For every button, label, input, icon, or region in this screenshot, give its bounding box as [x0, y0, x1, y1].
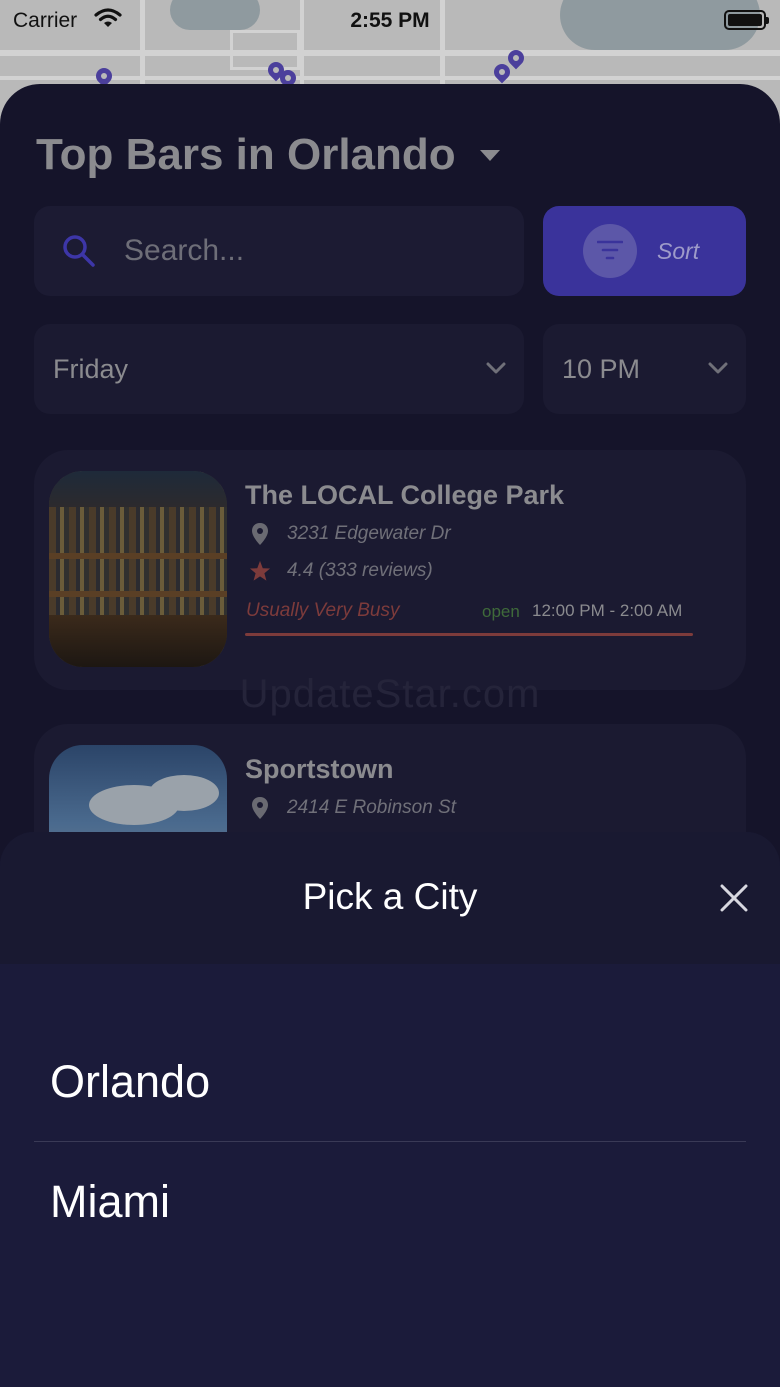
clock: 2:55 PM: [350, 9, 430, 32]
map-road: [0, 50, 780, 56]
bar-name: The LOCAL College Park: [245, 480, 565, 510]
opening-hours: 12:00 PM - 2:00 AM: [532, 601, 683, 620]
bar-address: 3231 Edgewater Dr: [287, 523, 451, 544]
filter-icon: [583, 224, 637, 278]
city-picker-header: Pick a City: [0, 832, 780, 964]
bar-rating-row: 4.4 (333 reviews): [249, 559, 433, 583]
sort-label: Sort: [657, 238, 700, 264]
open-status: open: [482, 602, 520, 621]
time-select-value: 10 PM: [562, 354, 641, 384]
search-input[interactable]: [124, 206, 504, 296]
map-road: [0, 76, 780, 80]
day-select[interactable]: Friday: [34, 324, 524, 414]
sort-button[interactable]: Sort: [543, 206, 746, 296]
location-pin-icon: [249, 522, 271, 546]
bar-rating: 4.4 (333 reviews): [287, 560, 433, 581]
city-option-orlando[interactable]: Orlando: [34, 1022, 746, 1142]
bar-photo: [49, 471, 227, 667]
bar-address-row: 2414 E Robinson St: [249, 796, 456, 820]
search-icon: [62, 234, 96, 273]
day-select-value: Friday: [53, 354, 129, 384]
busyness-bar: [245, 633, 693, 636]
city-option-label: Orlando: [50, 1056, 211, 1107]
location-pin-icon: [249, 796, 271, 820]
city-option-miami[interactable]: Miami: [34, 1142, 746, 1262]
bar-address: 2414 E Robinson St: [287, 797, 457, 818]
search-box[interactable]: [34, 206, 524, 296]
caret-down-icon: [479, 149, 500, 161]
bar-card[interactable]: The LOCAL College Park 3231 Edgewater Dr…: [34, 450, 746, 690]
battery-icon: [724, 10, 769, 30]
close-icon[interactable]: [716, 880, 752, 916]
chevron-down-icon: [708, 361, 728, 380]
page-title: Top Bars in Orlando: [36, 130, 456, 179]
busyness-label: Usually Very Busy: [246, 600, 400, 621]
time-select[interactable]: 10 PM: [543, 324, 746, 414]
city-option-label: Miami: [50, 1176, 170, 1227]
bar-name: Sportstown: [245, 754, 394, 784]
chevron-down-icon: [486, 361, 506, 380]
status-bar: Carrier 2:55 PM: [0, 0, 780, 40]
star-icon: [249, 559, 271, 583]
city-picker-title: Pick a City: [302, 876, 478, 917]
bar-address-row: 3231 Edgewater Dr: [249, 522, 451, 546]
city-title-button[interactable]: Top Bars in Orlando: [36, 130, 500, 180]
watermark: UpdateStar.com: [239, 672, 541, 716]
city-picker: Pick a City Orlando Miami: [0, 832, 780, 1387]
